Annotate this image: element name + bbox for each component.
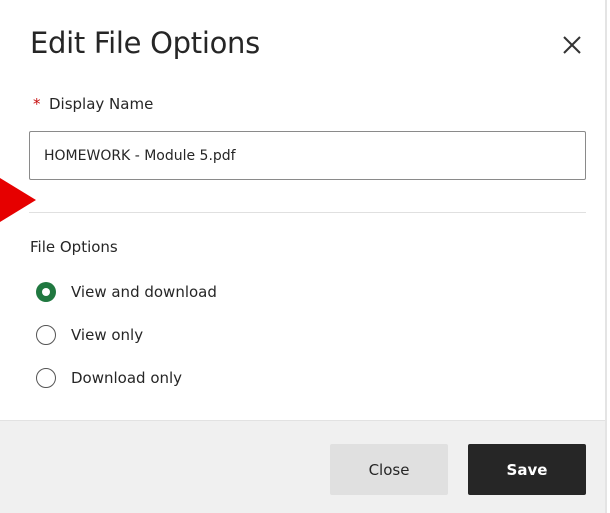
edit-file-options-dialog: Edit File Options * Display Name File Op… — [0, 0, 610, 513]
display-name-input[interactable] — [29, 131, 586, 180]
close-button[interactable]: Close — [330, 444, 448, 495]
radio-label: Download only — [71, 369, 183, 387]
divider — [29, 212, 586, 213]
save-button[interactable]: Save — [468, 444, 586, 495]
required-marker: * — [33, 95, 41, 113]
panel-edge — [605, 0, 607, 513]
radio-unselected-icon[interactable] — [36, 368, 56, 388]
radio-view-and-download[interactable]: View and download — [36, 282, 217, 302]
radio-label: View only — [71, 326, 144, 344]
annotation-arrow-icon — [0, 178, 40, 222]
dialog-title: Edit File Options — [30, 26, 260, 60]
file-options-label: File Options — [30, 238, 118, 256]
display-name-label: Display Name — [49, 95, 154, 113]
close-icon[interactable] — [558, 31, 588, 61]
radio-label: View and download — [71, 283, 217, 301]
radio-view-only[interactable]: View only — [36, 325, 143, 345]
radio-download-only[interactable]: Download only — [36, 368, 182, 388]
radio-unselected-icon[interactable] — [36, 325, 56, 345]
radio-selected-icon[interactable] — [36, 282, 56, 302]
